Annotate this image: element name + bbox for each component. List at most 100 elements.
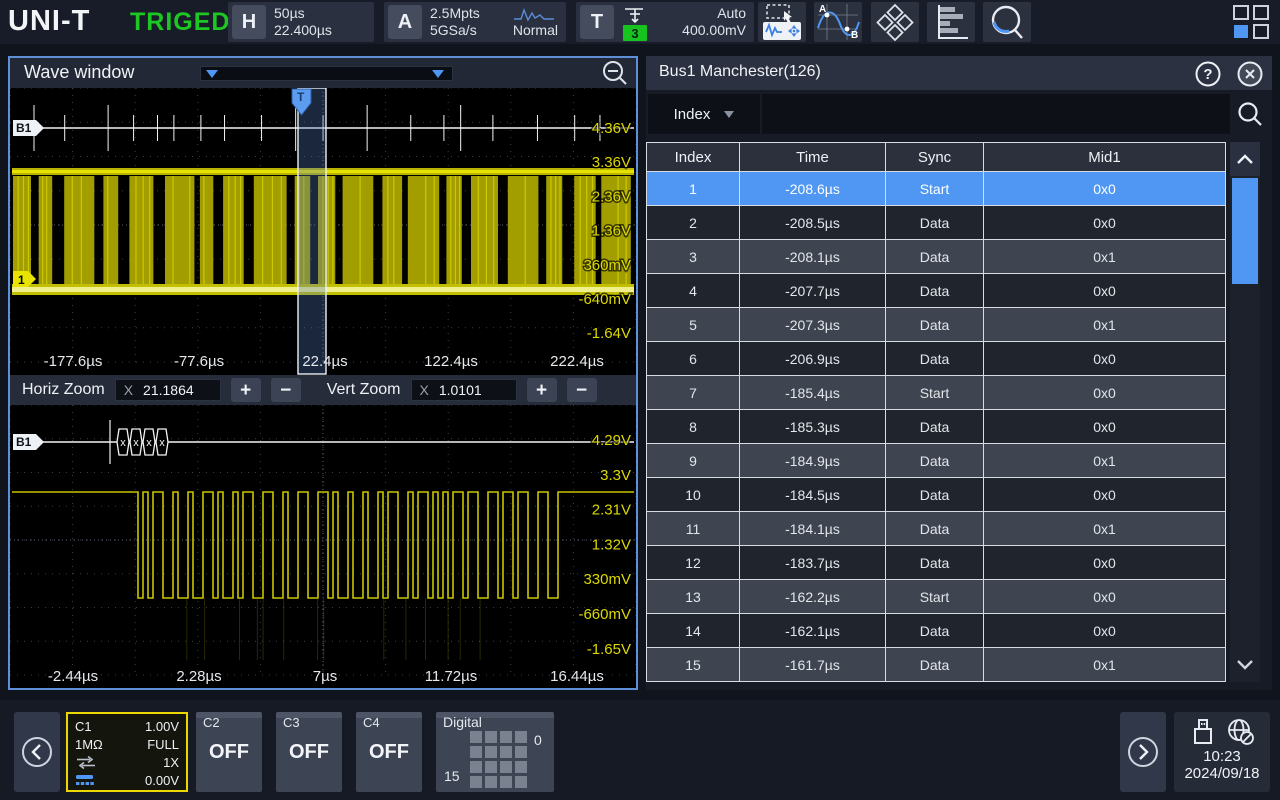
decode-table-row[interactable]: 13-162.2µsStart0x0 <box>646 580 1227 614</box>
trigger-settings-button[interactable]: T 3 Auto 400.00mV <box>576 2 754 42</box>
decode-table-cell: 7 <box>646 376 740 410</box>
decode-table-row[interactable]: 5-207.3µsData0x1 <box>646 308 1227 342</box>
acquire-settings-button[interactable]: A 2.5Mpts 5GSa/s Normal <box>384 2 566 42</box>
decode-table-row[interactable]: 3-208.1µsData0x1 <box>646 240 1227 274</box>
time-label: 11.72µs <box>425 668 478 685</box>
system-status-card[interactable]: 10:23 2024/09/18 <box>1174 712 1270 792</box>
vert-zoom-decrease-button[interactable]: − <box>567 378 597 402</box>
decode-table-cell: 0x0 <box>984 274 1226 308</box>
search-button[interactable] <box>983 2 1031 42</box>
scroll-down-button[interactable] <box>1230 648 1260 682</box>
decode-table-cell: 0x0 <box>984 206 1226 240</box>
decode-table-cell: 8 <box>646 410 740 444</box>
search-input[interactable] <box>762 94 1230 134</box>
decode-table-row[interactable]: 6-206.9µsData0x0 <box>646 342 1227 376</box>
voltage-label: 3.36V <box>592 154 631 171</box>
svg-text:B1: B1 <box>16 121 32 135</box>
zoom-out-icon[interactable] <box>600 59 630 87</box>
cursor-ab-button[interactable]: A B <box>814 2 862 42</box>
decode-table-cell: 0x1 <box>984 512 1226 546</box>
trigger-source-badge: 3 <box>623 25 647 41</box>
decode-panel-header: Bus1 Manchester(126) ? <box>646 56 1272 90</box>
voltage-label: 2.31V <box>592 502 631 519</box>
decode-table-cell: -208.6µs <box>740 172 886 206</box>
channel2-card[interactable]: C2 OFF <box>196 712 262 792</box>
help-button[interactable]: ? <box>1194 60 1222 88</box>
decode-table: IndexTimeSyncMid1 1-208.6µsStart0x02-208… <box>646 142 1272 686</box>
decode-table-cell: Data <box>886 512 984 546</box>
decode-table-cell: Data <box>886 240 984 274</box>
decode-table-cell: 14 <box>646 614 740 648</box>
wave-window-panel: Wave window T-177.6µs-77.6µs22.4µs122.4µ… <box>8 56 638 690</box>
voltage-label: -1.64V <box>587 325 631 342</box>
table-scrollbar[interactable] <box>1230 142 1260 682</box>
decode-table-cell: Start <box>886 172 984 206</box>
channel2-name: C2 <box>203 715 262 730</box>
channel4-card[interactable]: C4 OFF <box>356 712 422 792</box>
select-tool-button[interactable] <box>758 2 806 42</box>
measure-button[interactable] <box>871 2 919 42</box>
horiz-zoom-decrease-button[interactable]: − <box>271 378 301 402</box>
decode-table-row[interactable]: 15-161.7µsData0x1 <box>646 648 1227 682</box>
scroll-up-button[interactable] <box>1230 142 1260 176</box>
trigger-status: TRIGED <box>130 8 230 37</box>
window-layout-button[interactable] <box>1232 4 1272 40</box>
scroll-channels-left-button[interactable] <box>14 712 60 792</box>
horiz-zoom-increase-button[interactable]: + <box>231 378 261 402</box>
trigger-mode: Auto <box>717 5 746 21</box>
scroll-channels-right-button[interactable] <box>1120 712 1166 792</box>
channel1-offset: 0.00V <box>145 773 179 788</box>
decode-table-row[interactable]: 9-184.9µsData0x1 <box>646 444 1227 478</box>
decode-table-row[interactable]: 4-207.7µsData0x0 <box>646 274 1227 308</box>
time-label: 2.28µs <box>176 668 221 685</box>
voltage-label: 1.32V <box>592 536 631 553</box>
decode-table-cell: 13 <box>646 580 740 614</box>
decode-table-row[interactable]: 1-208.6µsStart0x0 <box>646 172 1227 206</box>
decode-table-cell: 3 <box>646 240 740 274</box>
channel1-probe: 1X <box>163 755 179 770</box>
decode-table-row[interactable]: 8-185.3µsData0x0 <box>646 410 1227 444</box>
vert-zoom-increase-button[interactable]: + <box>527 378 557 402</box>
decode-table-row[interactable]: 2-208.5µsData0x0 <box>646 206 1227 240</box>
search-field-value: Index <box>674 106 711 123</box>
vert-zoom-value-box[interactable]: X 1.0101 <box>411 379 517 401</box>
decode-table-cell: Data <box>886 614 984 648</box>
main-waveform-view[interactable]: T-177.6µs-77.6µs22.4µs122.4µs222.4µs4.36… <box>10 88 636 375</box>
decode-table-row[interactable]: 11-184.1µsData0x1 <box>646 512 1227 546</box>
decode-table-cell: 5 <box>646 308 740 342</box>
digital-last-index: 15 <box>444 768 460 784</box>
bandwidth-limit-icon <box>75 774 97 786</box>
decode-table-row[interactable]: 7-185.4µsStart0x0 <box>646 376 1227 410</box>
channel3-card[interactable]: C3 OFF <box>276 712 342 792</box>
decode-table-cell: Start <box>886 376 984 410</box>
histogram-button[interactable] <box>927 2 975 42</box>
chevron-down-icon[interactable] <box>206 70 218 78</box>
channel1-card[interactable]: C11.00V 1MΩFULL 1X 0.00V <box>66 712 188 792</box>
decode-table-row[interactable]: 12-183.7µsData0x0 <box>646 546 1227 580</box>
brand-logo: UNI-T <box>8 5 90 38</box>
scrollbar-thumb[interactable] <box>1232 178 1258 284</box>
close-button[interactable] <box>1236 60 1264 88</box>
search-field-dropdown[interactable]: Index <box>648 94 760 134</box>
decode-table-row[interactable]: 10-184.5µsData0x0 <box>646 478 1227 512</box>
decode-table-cell: 0x0 <box>984 546 1226 580</box>
chevron-down-icon[interactable] <box>432 70 444 78</box>
voltage-label: 1.36V <box>592 223 631 240</box>
decode-table-cell: Data <box>886 444 984 478</box>
acquire-wave-icon <box>512 6 556 22</box>
chevron-down-icon <box>724 111 734 118</box>
bus1-trace <box>24 105 634 151</box>
decode-table-header: IndexTimeSyncMid1 <box>646 142 1227 172</box>
bus-decode-panel: Bus1 Manchester(126) ? Index IndexTimeSy… <box>646 56 1272 690</box>
decode-table-row[interactable]: 14-162.1µsData0x0 <box>646 614 1227 648</box>
decode-table-cell: -183.7µs <box>740 546 886 580</box>
wave-window-title: Wave window <box>24 62 134 83</box>
search-icon[interactable] <box>1236 101 1264 129</box>
zoomed-waveform-view[interactable]: xxxx-2.44µs2.28µs7µs11.72µs16.44µs4.29V3… <box>10 405 636 688</box>
digital-channels-card[interactable]: Digital 0 15 <box>436 712 554 792</box>
horiz-zoom-value-box[interactable]: X 21.1864 <box>115 379 221 401</box>
digital-first-index: 0 <box>534 732 542 748</box>
wave-window-selector[interactable] <box>200 66 453 81</box>
horizontal-settings-button[interactable]: H 50µs 22.400µs <box>228 2 374 42</box>
decode-table-cell: 0x0 <box>984 478 1226 512</box>
